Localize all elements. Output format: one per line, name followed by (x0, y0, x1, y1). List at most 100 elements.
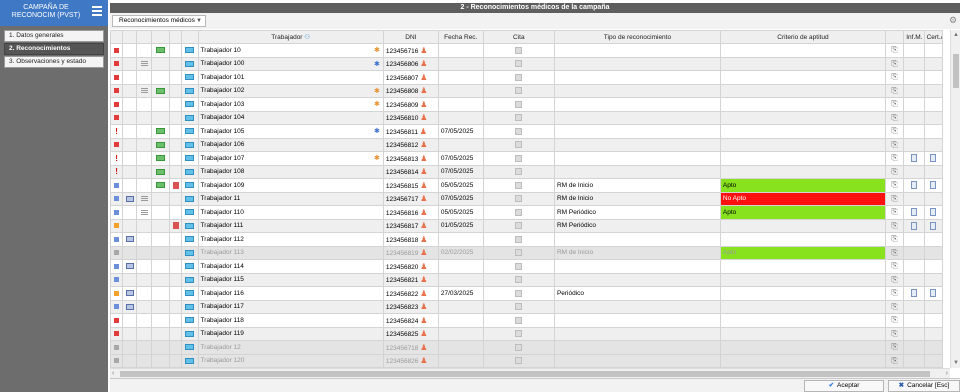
worker-cell[interactable]: Trabajador 11 (197, 191, 384, 206)
card-icon[interactable] (185, 222, 195, 229)
worker-cell[interactable]: Trabajador 120 (197, 353, 384, 368)
table-row[interactable]: Trabajador 117 123456823 ♟ ⎘ (110, 299, 944, 314)
person-icon[interactable]: ♟ (420, 316, 427, 325)
table-row[interactable]: Trabajador 10 ✱ 123456716 ♟ ⎘ (110, 43, 944, 58)
pp-icon[interactable] (155, 168, 165, 175)
worker-cell[interactable]: Trabajador 116 (197, 286, 384, 301)
card-icon[interactable] (185, 330, 195, 337)
header-tipo[interactable]: Tipo de reconocimiento (553, 30, 721, 44)
paperclip-icon[interactable]: ⎘ (891, 153, 897, 162)
worker-cell[interactable]: Trabajador 12 (197, 340, 384, 355)
person-icon[interactable]: ♟ (420, 167, 427, 176)
table-row[interactable]: Trabajador 100 ✱ 123456806 ♟ ⎘ (110, 56, 944, 71)
worker-cell[interactable]: Trabajador 118 (197, 313, 384, 328)
cita-checkbox[interactable] (515, 127, 523, 135)
cita-checkbox[interactable] (515, 87, 523, 95)
worker-cell[interactable]: Trabajador 102 ✱ (197, 83, 384, 98)
person-icon[interactable]: ♟ (420, 181, 427, 190)
paperclip-icon[interactable]: ⎘ (891, 234, 897, 243)
pp-icon[interactable] (155, 87, 165, 94)
cita-checkbox[interactable] (515, 222, 523, 230)
document-icon[interactable] (930, 154, 937, 163)
header-fecha[interactable]: Fecha Rec. (437, 30, 484, 44)
table-row[interactable]: Trabajador 116 123456822 ♟ 27/03/2025 Perió… (110, 286, 944, 301)
header-trabajador[interactable]: Trabajador ⚇ (197, 30, 384, 44)
header-status[interactable] (110, 30, 124, 44)
table-row[interactable]: Trabajador 114 123456820 ♟ ⎘ (110, 259, 944, 274)
person-icon[interactable]: ♟ (420, 59, 427, 68)
table-row[interactable]: ! Trabajador 108 123456814 ♟ 07/05/2025 ⎘ (110, 164, 944, 179)
document-icon[interactable] (910, 221, 917, 230)
hamburger-menu-icon[interactable] (92, 6, 102, 16)
gear-icon[interactable]: ⚙ (949, 16, 958, 25)
printer-icon[interactable] (125, 195, 134, 202)
card-icon[interactable] (185, 141, 195, 148)
vertical-scrollbar[interactable]: ▲ ▼ (950, 30, 960, 368)
table-row[interactable]: Trabajador 118 123456824 ♟ ⎘ (110, 313, 944, 328)
paperclip-icon[interactable]: ⎘ (891, 356, 897, 365)
pp-icon[interactable] (155, 141, 165, 148)
worker-cell[interactable]: Trabajador 109 (197, 178, 384, 193)
header-certa[interactable]: Cert.A (923, 30, 944, 44)
card-icon[interactable] (185, 357, 195, 364)
header-col4[interactable] (150, 30, 171, 44)
card-icon[interactable] (185, 168, 195, 175)
person-icon[interactable]: ♟ (420, 329, 427, 338)
table-row[interactable]: Trabajador 12 123456718 ♟ ⎘ (110, 340, 944, 355)
card-icon[interactable] (185, 276, 195, 283)
scroll-up-icon[interactable]: ▲ (953, 32, 959, 38)
paperclip-icon[interactable]: ⎘ (891, 59, 897, 68)
printer-icon[interactable] (125, 303, 134, 310)
worker-cell[interactable]: Trabajador 100 ✱ (197, 56, 384, 71)
paperclip-icon[interactable]: ⎘ (891, 140, 897, 149)
worker-cell[interactable]: Trabajador 112 (197, 232, 384, 247)
table-row[interactable]: ! Trabajador 107 ✱ 123456813 ♟ 07/05/2025 ⎘ (110, 151, 944, 166)
paperclip-icon[interactable]: ⎘ (891, 329, 897, 338)
card-icon[interactable] (185, 155, 195, 162)
cita-checkbox[interactable] (515, 168, 523, 176)
table-row[interactable]: Trabajador 109 123456815 ♟ 05/05/2025 RM de… (110, 178, 944, 193)
paperclip-icon[interactable]: ⎘ (891, 45, 897, 54)
pp-icon[interactable] (155, 155, 165, 162)
printer-icon[interactable] (125, 236, 134, 243)
card-icon[interactable] (185, 128, 195, 135)
cita-checkbox[interactable] (515, 235, 523, 243)
sidebar-item-reconocimientos[interactable]: 2. Reconocimientos (4, 43, 104, 55)
table-row[interactable]: Trabajador 106 123456812 ♟ ⎘ (110, 137, 944, 152)
worker-cell[interactable]: Trabajador 10 ✱ (197, 43, 384, 58)
card-icon[interactable] (185, 74, 195, 81)
header-col6[interactable] (181, 30, 199, 44)
card-icon[interactable] (185, 236, 195, 243)
table-row[interactable]: Trabajador 104 123456810 ♟ ⎘ (110, 110, 944, 125)
cita-checkbox[interactable] (515, 357, 523, 365)
document-icon[interactable] (930, 208, 937, 217)
cita-checkbox[interactable] (515, 154, 523, 162)
paperclip-icon[interactable]: ⎘ (891, 72, 897, 81)
printer-icon[interactable] (125, 290, 134, 297)
card-icon[interactable] (185, 344, 195, 351)
sidebar-item-observaciones[interactable]: 3. Observaciones y estado (4, 56, 104, 68)
table-row[interactable]: Trabajador 101 123456807 ♟ ⎘ (110, 70, 944, 85)
table-row[interactable]: Trabajador 119 123456825 ♟ ⎘ (110, 326, 944, 341)
person-icon[interactable]: ♟ (420, 113, 427, 122)
worker-cell[interactable]: Trabajador 106 (197, 137, 384, 152)
person-icon[interactable]: ♟ (420, 154, 427, 163)
cita-checkbox[interactable] (515, 181, 523, 189)
worker-cell[interactable]: Trabajador 115 (197, 272, 384, 287)
flag-icon[interactable] (172, 181, 179, 189)
cita-checkbox[interactable] (515, 114, 523, 122)
cita-checkbox[interactable] (515, 208, 523, 216)
cita-checkbox[interactable] (515, 141, 523, 149)
person-icon[interactable]: ♟ (420, 86, 427, 95)
table-row[interactable]: Trabajador 11 123456717 ♟ 07/05/2025 RM de … (110, 191, 944, 206)
paperclip-icon[interactable]: ⎘ (891, 302, 897, 311)
cita-checkbox[interactable] (515, 249, 523, 257)
header-dni[interactable]: DNI (382, 30, 439, 44)
paperclip-icon[interactable]: ⎘ (891, 194, 897, 203)
paperclip-icon[interactable]: ⎘ (891, 221, 897, 230)
person-icon[interactable]: ♟ (420, 343, 427, 352)
table-row[interactable]: Trabajador 120 123456826 ♟ ⎘ (110, 353, 944, 368)
paperclip-icon[interactable]: ⎘ (891, 207, 897, 216)
card-icon[interactable] (185, 101, 195, 108)
vertical-scroll-thumb[interactable] (953, 54, 959, 88)
